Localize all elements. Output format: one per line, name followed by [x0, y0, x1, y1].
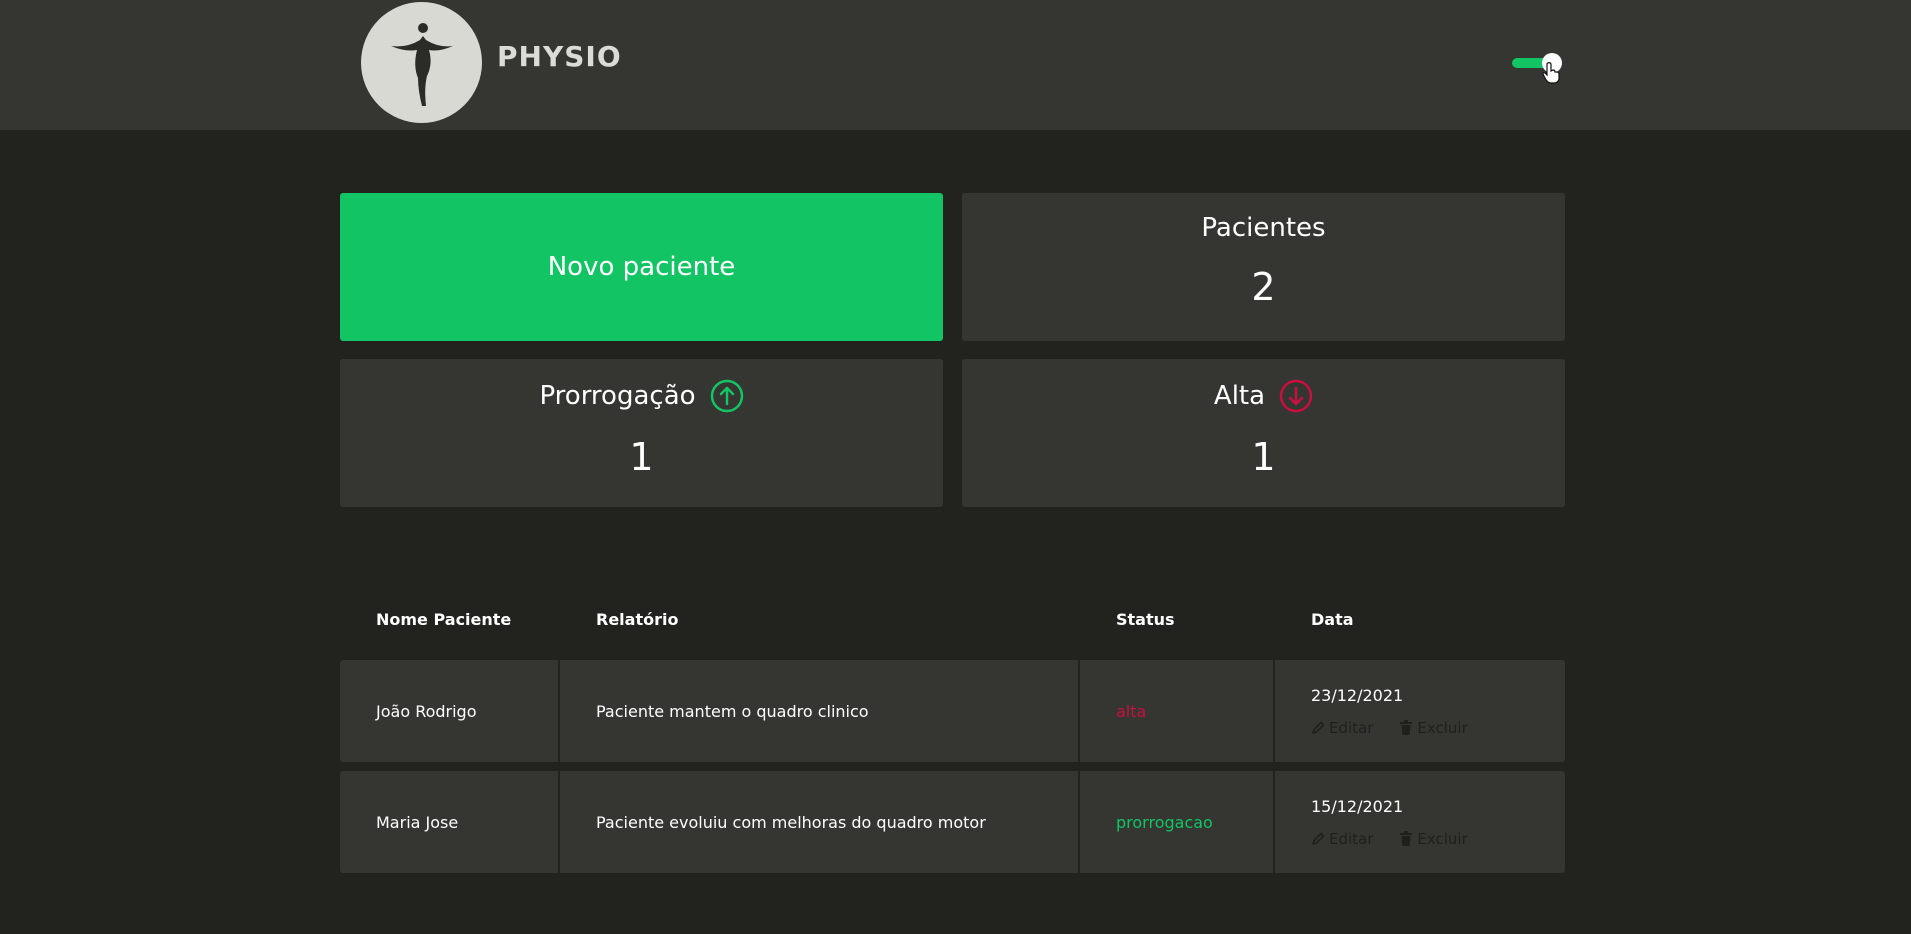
- table-row: João Rodrigo Paciente mantem o quadro cl…: [340, 660, 1565, 762]
- edit-label: Editar: [1329, 718, 1374, 737]
- extension-count: 1: [629, 435, 654, 479]
- discharge-title: Alta: [1213, 381, 1266, 411]
- arrow-down-circle-icon: [1279, 379, 1313, 413]
- status-cell: prorrogacao: [1080, 771, 1273, 873]
- date-cell: 15/12/2021 Editar Excluir: [1275, 771, 1565, 873]
- edit-button[interactable]: Editar: [1311, 830, 1373, 848]
- table-row: Maria Jose Paciente evoluiu com melhoras…: [340, 771, 1565, 873]
- extension-title-row: Prorrogação: [539, 379, 743, 413]
- human-figure-icon: [390, 22, 453, 106]
- logo-text: PHYSIO: [497, 40, 622, 73]
- date-text: 23/12/2021: [1311, 685, 1404, 705]
- edit-label: Editar: [1329, 829, 1374, 848]
- report-cell: Paciente evoluiu com melhoras do quadro …: [560, 771, 1078, 873]
- app-header: PHYSIO: [0, 0, 1911, 130]
- header-report: Relatório: [596, 610, 679, 629]
- logo: [361, 2, 482, 123]
- trash-icon: [1400, 831, 1413, 846]
- extension-title: Prorrogação: [539, 381, 696, 411]
- status-cell: alta: [1080, 660, 1273, 762]
- discharge-title-row: Alta: [1214, 379, 1313, 413]
- report-cell: Paciente mantem o quadro clinico: [560, 660, 1078, 762]
- patients-title: Pacientes: [1201, 213, 1326, 243]
- extension-card: Prorrogação 1: [340, 359, 943, 507]
- patients-count: 2: [1251, 265, 1276, 309]
- date-cell: 23/12/2021 Editar Excluir: [1275, 660, 1565, 762]
- header-status: Status: [1116, 610, 1175, 629]
- discharge-count: 1: [1251, 435, 1276, 479]
- table-header: Nome Paciente Relatório Status Data: [340, 606, 1565, 632]
- pencil-icon: [1312, 832, 1325, 845]
- delete-button[interactable]: Excluir: [1399, 718, 1468, 737]
- date-text: 15/12/2021: [1311, 796, 1404, 816]
- edit-button[interactable]: Editar: [1311, 719, 1373, 737]
- delete-button[interactable]: Excluir: [1399, 829, 1468, 848]
- patient-name-cell: Maria Jose: [340, 771, 558, 873]
- row-actions: Editar Excluir: [1311, 830, 1468, 848]
- trash-icon: [1400, 720, 1413, 735]
- new-patient-button[interactable]: Novo paciente: [340, 193, 943, 341]
- pencil-icon: [1312, 721, 1325, 734]
- delete-label: Excluir: [1417, 829, 1468, 848]
- new-patient-label: Novo paciente: [547, 252, 736, 282]
- pointer-cursor-icon: [1542, 62, 1560, 84]
- patient-name-cell: João Rodrigo: [340, 660, 558, 762]
- arrow-up-circle-icon: [710, 379, 743, 413]
- patients-title-row: Pacientes: [1201, 213, 1325, 243]
- discharge-card: Alta 1: [962, 359, 1565, 507]
- header-date: Data: [1311, 610, 1354, 629]
- delete-label: Excluir: [1417, 718, 1468, 737]
- row-actions: Editar Excluir: [1311, 719, 1468, 737]
- header-patient-name: Nome Paciente: [376, 610, 512, 629]
- patients-card: Pacientes 2: [962, 193, 1565, 341]
